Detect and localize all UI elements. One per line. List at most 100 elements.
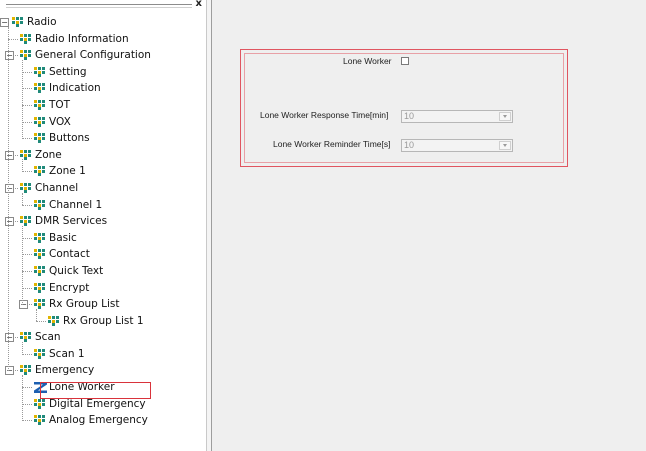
tree-node-icon [34, 299, 45, 310]
tree-item-label: Channel 1 [49, 198, 103, 211]
tree-item-label: Basic [49, 231, 77, 244]
tree-node-icon [34, 282, 45, 293]
reminder-time-select[interactable]: 10 [401, 139, 513, 152]
tree-item-radio[interactable]: − Radio [0, 14, 206, 31]
tree-connector [8, 38, 18, 40]
tree-node-icon [34, 166, 45, 177]
tree-item-channel-1[interactable]: Channel 1 [0, 197, 206, 214]
tree-item-zone[interactable]: − Zone [0, 147, 206, 164]
collapse-toggle[interactable]: − [5, 217, 14, 227]
tree-guide-line [22, 192, 23, 206]
tree-connector [22, 254, 32, 256]
tree-connector [22, 353, 32, 355]
selected-item-highlight [40, 382, 151, 399]
response-time-value: 10 [404, 111, 415, 121]
tree-connector [22, 104, 32, 106]
tree-guide-line [22, 225, 23, 305]
tree-item-label: Scan 1 [49, 347, 85, 360]
config-tree-panel: x − Radio Radio Information − General Config… [0, 0, 206, 451]
tree-item-label: Zone 1 [49, 165, 86, 178]
tree-item-label: Quick Text [49, 264, 104, 277]
tree-node-icon [12, 17, 23, 27]
reminder-time-label: Lone Worker Reminder Time[s] [273, 139, 391, 149]
tree-item-indication[interactable]: Indication [0, 80, 206, 97]
tree-item-contact[interactable]: Contact [0, 246, 206, 263]
tree-node-icon [34, 116, 45, 127]
collapse-toggle[interactable]: − [5, 333, 14, 343]
tree-node-icon [34, 249, 45, 260]
tree-item-rx-group-list-1[interactable]: Rx Group List 1 [0, 313, 206, 330]
tree-item-analog-emergency[interactable]: Analog Emergency [0, 412, 206, 429]
tree-item-tot[interactable]: TOT [0, 97, 206, 114]
collapse-toggle[interactable]: − [5, 366, 14, 376]
tree-connector [22, 287, 32, 289]
response-time-select[interactable]: 10 [401, 110, 513, 123]
tree-item-dmr-services[interactable]: − DMR Services [0, 213, 206, 230]
tree-connector [22, 138, 32, 140]
tree-item-rx-group-list[interactable]: − Rx Group List [0, 296, 206, 313]
close-icon[interactable]: x [196, 0, 202, 10]
chevron-down-icon[interactable] [499, 141, 511, 150]
tree-item-buttons[interactable]: Buttons [0, 130, 206, 147]
tree-item-setting[interactable]: Setting [0, 64, 206, 81]
tree-guide-line [22, 375, 23, 421]
tree-item-quick-text[interactable]: Quick Text [0, 263, 206, 280]
tree-item-label: Zone [35, 148, 62, 161]
tree-item-label: Rx Group List [49, 298, 120, 311]
tree-node-icon [34, 83, 45, 94]
collapse-toggle[interactable]: − [19, 300, 28, 310]
tree-guide-line [22, 342, 23, 355]
tree-item-label: Analog Emergency [49, 414, 148, 427]
header-drag-bar[interactable] [6, 4, 192, 8]
tree-connector [36, 320, 46, 322]
lone-worker-checkbox[interactable] [401, 57, 409, 65]
tree-item-vox[interactable]: VOX [0, 114, 206, 131]
collapse-toggle[interactable]: − [5, 150, 14, 160]
collapse-toggle[interactable]: − [5, 183, 14, 193]
tree-node-icon [34, 66, 45, 77]
tree-item-emergency[interactable]: − Emergency [0, 362, 206, 379]
lone-worker-settings-group: Lone Worker Lone Worker Response Time[mi… [240, 49, 568, 167]
reminder-time-value: 10 [404, 140, 415, 150]
tree-connector [22, 387, 32, 389]
tree-item-label: Indication [49, 82, 101, 95]
lone-worker-settings-pane: Lone Worker Lone Worker Response Time[mi… [212, 0, 646, 451]
config-tree: − Radio Radio Information − General Configur… [0, 14, 206, 429]
tree-item-encrypt[interactable]: Encrypt [0, 280, 206, 297]
tree-node-icon [20, 182, 31, 193]
tree-node-icon [48, 315, 59, 326]
tree-item-basic[interactable]: Basic [0, 230, 206, 247]
tree-item-label: Rx Group List 1 [63, 314, 144, 327]
tree-item-scan[interactable]: − Scan [0, 329, 206, 346]
tree-item-label: VOX [49, 115, 71, 128]
tree-item-label: Encrypt [49, 281, 90, 294]
tree-item-general-configuration[interactable]: − General Configuration [0, 47, 206, 64]
tree-item-label: Emergency [35, 364, 95, 377]
tree-guide-line [36, 308, 37, 322]
tree-item-label: General Configuration [35, 49, 151, 62]
tree-connector [22, 204, 32, 206]
tree-connector [22, 88, 32, 90]
tree-connector [22, 403, 32, 405]
tree-item-label: Contact [49, 248, 90, 261]
tree-connector [22, 171, 32, 173]
tree-connector [22, 121, 32, 123]
tree-node-icon [34, 199, 45, 210]
tree-item-label: Scan [35, 331, 61, 344]
collapse-toggle[interactable]: − [5, 51, 14, 61]
chevron-down-icon[interactable] [499, 112, 511, 121]
lone-worker-label: Lone Worker [343, 56, 392, 66]
tree-item-zone-1[interactable]: Zone 1 [0, 163, 206, 180]
tree-node-icon [34, 99, 45, 110]
tree-node-icon [20, 216, 31, 227]
tree-connector [22, 270, 32, 272]
tree-node-icon [20, 33, 31, 44]
tree-item-label: Setting [49, 65, 87, 78]
tree-item-label: TOT [49, 98, 71, 111]
tree-item-radio-information[interactable]: Radio Information [0, 31, 206, 48]
tree-node-icon [20, 365, 31, 376]
tree-node-icon [34, 348, 45, 359]
tree-item-scan-1[interactable]: Scan 1 [0, 346, 206, 363]
tree-item-channel[interactable]: − Channel [0, 180, 206, 197]
tree-guide-line [22, 159, 23, 172]
